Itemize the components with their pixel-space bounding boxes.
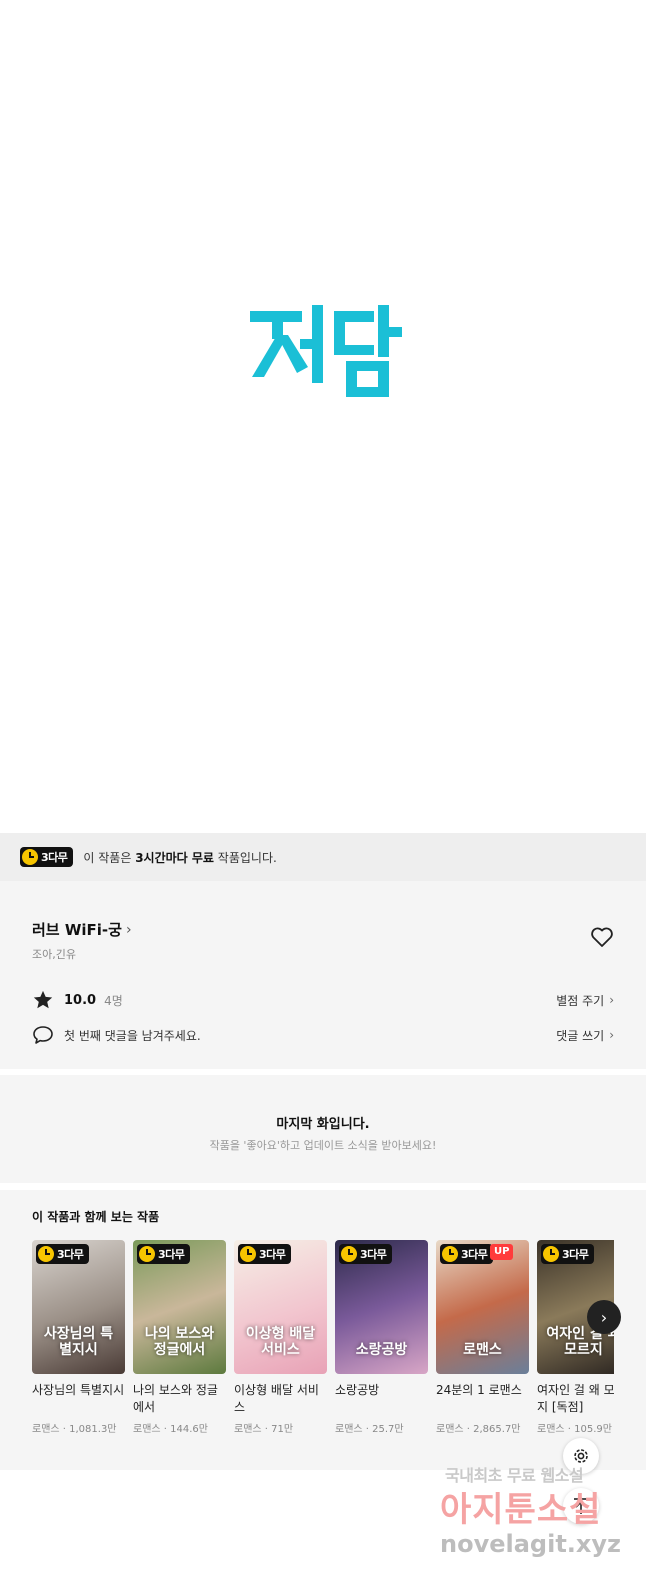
clock-icon: [442, 1246, 458, 1262]
site-watermark: 국내최초 무료 웹소설 아지툰소설 novelagit.xyz: [440, 1462, 640, 1572]
wait-free-badge: 3다무: [339, 1244, 393, 1264]
chevron-right-icon: ›: [600, 1307, 608, 1327]
watermark-line2: 아지툰소설: [440, 1490, 602, 1530]
wait-free-badge: 3다무: [541, 1244, 595, 1264]
badge-text: 3다무: [259, 1248, 286, 1261]
logo-text: 재담: [250, 305, 252, 306]
recommendation-card[interactable]: 3다무여자인 걸 왜 모르지여자인 걸 왜 모르지 [독점]로맨스 · 105.…: [537, 1240, 614, 1435]
cover-art-title: 나의 보스와 정글에서: [144, 1326, 215, 1358]
recommendation-card[interactable]: 3다무 나의 보스와 정글에서 나의 보스와 정글에서 로맨스 · 144.6만: [133, 1240, 226, 1435]
banner-msg-prefix: 이 작품은: [83, 850, 136, 865]
cover-art-title: 사장님의 특별지시: [43, 1326, 114, 1358]
clock-icon: [240, 1246, 256, 1262]
recommendation-title[interactable]: 여자인 걸 왜 모르지 [독점]: [537, 1382, 614, 1416]
rate-button[interactable]: 별점 주기 ›: [556, 992, 614, 1009]
recommendation-meta: 로맨스 · 25.7만: [335, 1424, 404, 1435]
cover-thumbnail[interactable]: 3다무 UP 로맨스: [436, 1240, 529, 1374]
clock-icon: [38, 1246, 54, 1262]
recommendation-title[interactable]: 나의 보스와 정글에서: [133, 1382, 226, 1416]
recommendations-section: 이 작품과 함께 보는 작품 3다무 사장님의 특별지시 사장님의 특별지시 로맨스 …: [0, 1190, 646, 1470]
work-title: 러브 WiFi-궁: [32, 921, 122, 939]
carousel-next-button[interactable]: ›: [587, 1300, 621, 1334]
banner-msg-suffix: 작품입니다.: [213, 850, 277, 865]
cover-art-title: 로맨스: [463, 1341, 502, 1358]
work-author: 조아,긴유: [32, 948, 76, 961]
write-comment-label: 댓글 쓰기: [556, 1028, 605, 1043]
last-episode-subtitle: 작품을 '좋아요'하고 업데이트 소식을 받아보세요!: [209, 1139, 437, 1152]
chevron-right-icon: ›: [609, 993, 614, 1007]
badge-text: 3다무: [57, 1248, 84, 1261]
rating-score: 10.0: [64, 992, 97, 1008]
recommendations-title: 이 작품과 함께 보는 작품: [32, 1210, 160, 1224]
clock-icon: [139, 1246, 155, 1262]
recommendation-meta: 로맨스 · 105.9만: [537, 1424, 612, 1435]
banner-message: 이 작품은 3시간마다 무료 작품입니다.: [83, 849, 276, 866]
rating-row: 10.0 4명 별점 주기 ›: [32, 989, 614, 1011]
chevron-right-icon: ›: [125, 921, 132, 938]
rating-count: 4명: [104, 993, 123, 1008]
recommendation-meta: 로맨스 · 144.6만: [133, 1424, 208, 1435]
cover-art-title: 소랑공방: [355, 1341, 408, 1358]
write-comment-button[interactable]: 댓글 쓰기 ›: [556, 1027, 614, 1044]
recommendation-title[interactable]: 소랑공방: [335, 1382, 428, 1416]
cover-art-title: 이상형 배달 서비스: [245, 1326, 316, 1358]
badge-text: 3다무: [461, 1248, 488, 1261]
recommendations-carousel: 3다무 사장님의 특별지시 사장님의 특별지시 로맨스 · 1,081.3만 3다무 나의…: [32, 1240, 614, 1460]
jaedam-logo: 재담: [250, 305, 402, 397]
recommendation-meta: 로맨스 · 71만: [234, 1424, 294, 1435]
star-icon: [33, 990, 53, 1009]
recommendation-meta: 로맨스 · 1,081.3만: [32, 1424, 117, 1435]
work-title-link[interactable]: 러브 WiFi-궁 ›: [32, 919, 132, 940]
free-every-3hours-banner: 3다무 이 작품은 3시간마다 무료 작품입니다.: [0, 833, 646, 881]
cover-thumbnail[interactable]: 3다무이상형 배달 서비스: [234, 1240, 327, 1374]
clock-icon: [341, 1246, 357, 1262]
recommendation-title[interactable]: 사장님의 특별지시: [32, 1382, 125, 1416]
clock-icon: [22, 849, 38, 865]
watermark-line3: novelagit.xyz: [440, 1530, 622, 1558]
badge-text: 3다무: [41, 851, 68, 864]
wait-free-badge: 3다무: [137, 1244, 191, 1264]
badge-text: 3다무: [360, 1248, 387, 1261]
up-badge: UP: [490, 1244, 514, 1260]
recommendation-card[interactable]: 3다무 소랑공방 소랑공방 로맨스 · 25.7만: [335, 1240, 428, 1435]
comment-bubble-icon: [33, 1026, 53, 1044]
cover-thumbnail[interactable]: 3다무소랑공방: [335, 1240, 428, 1374]
cover-thumbnail[interactable]: 3다무사장님의 특별지시: [32, 1240, 125, 1374]
wait-free-badge: 3다무: [238, 1244, 292, 1264]
rate-button-label: 별점 주기: [556, 993, 605, 1008]
recommendation-card[interactable]: 3다무 UP 로맨스 24분의 1 로맨스로맨스 · 2,865.7만: [436, 1240, 529, 1435]
badge-text: 3다무: [158, 1248, 185, 1261]
recommendation-card[interactable]: 3다무 사장님의 특별지시 사장님의 특별지시 로맨스 · 1,081.3만: [32, 1240, 125, 1435]
last-episode-notice: 마지막 화입니다. 작품을 '좋아요'하고 업데이트 소식을 받아보세요!: [0, 1075, 646, 1183]
recommendation-title[interactable]: 24분의 1 로맨스: [436, 1382, 529, 1416]
wait-free-badge: 3다무: [36, 1244, 90, 1264]
wait-free-badge: 3다무: [440, 1244, 494, 1264]
episode-viewer: 재담: [0, 0, 646, 833]
recommendation-meta: 로맨스 · 2,865.7만: [436, 1424, 521, 1435]
heart-icon[interactable]: [590, 926, 614, 948]
recommendation-card[interactable]: 3다무 이상형 배달 서비스 이상형 배달 서비스 로맨스 · 71만: [234, 1240, 327, 1435]
comment-placeholder[interactable]: 첫 번째 댓글을 남겨주세요.: [64, 1027, 201, 1044]
badge-text: 3다무: [562, 1248, 589, 1261]
clock-icon: [543, 1246, 559, 1262]
recommendation-title[interactable]: 이상형 배달 서비스: [234, 1382, 327, 1416]
last-episode-title: 마지막 화입니다.: [276, 1117, 370, 1132]
comment-row: 첫 번째 댓글을 남겨주세요. 댓글 쓰기 ›: [32, 1025, 614, 1045]
cover-thumbnail[interactable]: 3다무나의 보스와 정글에서: [133, 1240, 226, 1374]
work-info-panel: 러브 WiFi-궁 › 조아,긴유 10.0 4명 별점 주기 › 첫 번째 댓…: [0, 881, 646, 1069]
banner-msg-bold: 3시간마다 무료: [135, 850, 214, 865]
chevron-right-icon: ›: [609, 1028, 614, 1042]
wait-free-badge: 3다무: [20, 847, 74, 867]
